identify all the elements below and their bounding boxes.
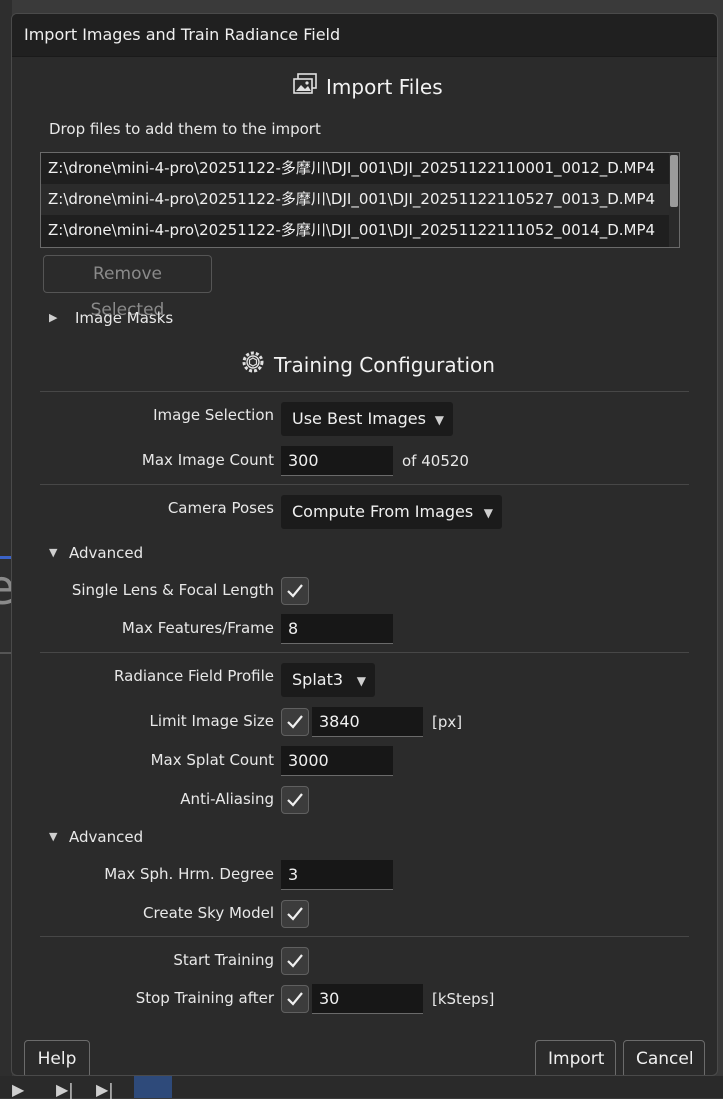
start-training-checkbox[interactable] bbox=[281, 947, 309, 975]
max-splat-count-label: Max Splat Count bbox=[150, 751, 274, 769]
file-list-scrollbar[interactable] bbox=[669, 153, 679, 247]
title-bar[interactable]: Import Images and Train Radiance Field bbox=[12, 14, 717, 57]
profile-label: Radiance Field Profile bbox=[114, 667, 274, 685]
import-files-heading: Import Files bbox=[292, 72, 443, 101]
checkmark-icon bbox=[287, 584, 303, 598]
background-timeline: ▶ ▶| ▶| bbox=[0, 1076, 723, 1099]
anti-aliasing-checkbox[interactable] bbox=[281, 786, 309, 814]
stop-training-label: Stop Training after bbox=[135, 989, 274, 1007]
checkmark-icon bbox=[287, 954, 303, 968]
max-sph-input[interactable]: 3 bbox=[281, 860, 393, 890]
collapse-triangle-icon[interactable]: ▼ bbox=[49, 830, 57, 843]
dialog-title: Import Images and Train Radiance Field bbox=[24, 25, 341, 44]
collapse-triangle-icon[interactable]: ▼ bbox=[49, 546, 57, 559]
limit-image-size-checkbox[interactable] bbox=[281, 708, 309, 736]
divider bbox=[40, 652, 689, 653]
profile-dropdown[interactable]: Splat3 ▼ bbox=[281, 663, 375, 697]
import-files-title: Import Files bbox=[326, 74, 443, 99]
start-training-label: Start Training bbox=[173, 951, 274, 969]
divider bbox=[40, 936, 689, 937]
max-splat-count-input[interactable]: 3000 bbox=[281, 746, 393, 776]
skip-end-icon[interactable]: ▶| bbox=[96, 1080, 114, 1099]
checkmark-icon bbox=[287, 793, 303, 807]
expand-triangle-icon[interactable]: ▶ bbox=[49, 311, 57, 324]
images-import-icon bbox=[292, 72, 318, 101]
image-selection-label: Image Selection bbox=[153, 406, 274, 424]
image-count-total: of 40520 bbox=[402, 452, 469, 470]
training-config-title: Training Configuration bbox=[274, 352, 495, 377]
sky-model-label: Create Sky Model bbox=[143, 904, 274, 922]
anti-aliasing-label: Anti-Aliasing bbox=[180, 790, 274, 808]
import-train-dialog: Import Images and Train Radiance Field I… bbox=[11, 13, 718, 1076]
checkmark-icon bbox=[287, 715, 303, 729]
training-config-heading: Training Configuration bbox=[240, 349, 495, 380]
camera-poses-label: Camera Poses bbox=[167, 499, 274, 517]
list-item[interactable]: Z:\drone\mini-4-pro\20251122-多摩川\DJI_001… bbox=[41, 184, 679, 215]
remove-selected-button[interactable]: Remove Selected bbox=[43, 255, 212, 320]
play-icon[interactable]: ▶ bbox=[12, 1080, 24, 1099]
file-list[interactable]: Z:\drone\mini-4-pro\20251122-多摩川\DJI_001… bbox=[40, 152, 680, 248]
chevron-down-icon: ▼ bbox=[483, 506, 493, 520]
scrollbar-thumb[interactable] bbox=[670, 155, 678, 207]
limit-image-size-unit: [px] bbox=[432, 713, 463, 731]
image-selection-value: Use Best Images bbox=[292, 409, 426, 428]
list-item[interactable]: Z:\drone\mini-4-pro\20251122-多摩川\DJI_001… bbox=[41, 153, 679, 184]
chevron-down-icon: ▼ bbox=[356, 674, 366, 688]
limit-image-size-label: Limit Image Size bbox=[149, 712, 275, 730]
list-item[interactable]: Z:\drone\mini-4-pro\20251122-多摩川\DJI_001… bbox=[41, 215, 679, 246]
checkmark-icon bbox=[287, 907, 303, 921]
max-features-input[interactable]: 8 bbox=[281, 614, 393, 644]
loop-toggle[interactable] bbox=[134, 1076, 172, 1098]
divider bbox=[40, 484, 689, 485]
stop-training-checkbox[interactable] bbox=[281, 985, 309, 1013]
help-button[interactable]: Help bbox=[24, 1040, 90, 1075]
camera-poses-dropdown[interactable]: Compute From Images ▼ bbox=[281, 495, 502, 529]
image-masks-toggle[interactable]: Image Masks bbox=[75, 309, 173, 327]
max-image-count-input[interactable]: 300 bbox=[281, 446, 393, 476]
drop-hint: Drop files to add them to the import bbox=[49, 120, 321, 138]
divider bbox=[40, 391, 689, 392]
import-button[interactable]: Import bbox=[535, 1040, 616, 1075]
checkmark-icon bbox=[287, 992, 303, 1006]
gear-cube-icon bbox=[240, 349, 266, 380]
stop-training-unit: [kSteps] bbox=[432, 990, 495, 1008]
stop-training-input[interactable]: 30 bbox=[312, 984, 423, 1014]
step-forward-icon[interactable]: ▶| bbox=[56, 1080, 74, 1099]
single-lens-label: Single Lens & Focal Length bbox=[71, 581, 274, 599]
profile-value: Splat3 bbox=[292, 670, 344, 689]
chevron-down-icon: ▼ bbox=[434, 413, 444, 427]
max-image-count-label: Max Image Count bbox=[141, 451, 274, 469]
max-sph-label: Max Sph. Hrm. Degree bbox=[104, 865, 274, 883]
cancel-button[interactable]: Cancel bbox=[623, 1040, 705, 1075]
sky-model-checkbox[interactable] bbox=[281, 900, 309, 928]
image-selection-dropdown[interactable]: Use Best Images ▼ bbox=[281, 402, 453, 436]
limit-image-size-input[interactable]: 3840 bbox=[312, 707, 423, 737]
advanced-toggle[interactable]: Advanced bbox=[69, 828, 143, 846]
camera-poses-value: Compute From Images bbox=[292, 502, 474, 521]
single-lens-checkbox[interactable] bbox=[281, 577, 309, 605]
max-features-label: Max Features/Frame bbox=[121, 619, 274, 637]
advanced-toggle[interactable]: Advanced bbox=[69, 544, 143, 562]
